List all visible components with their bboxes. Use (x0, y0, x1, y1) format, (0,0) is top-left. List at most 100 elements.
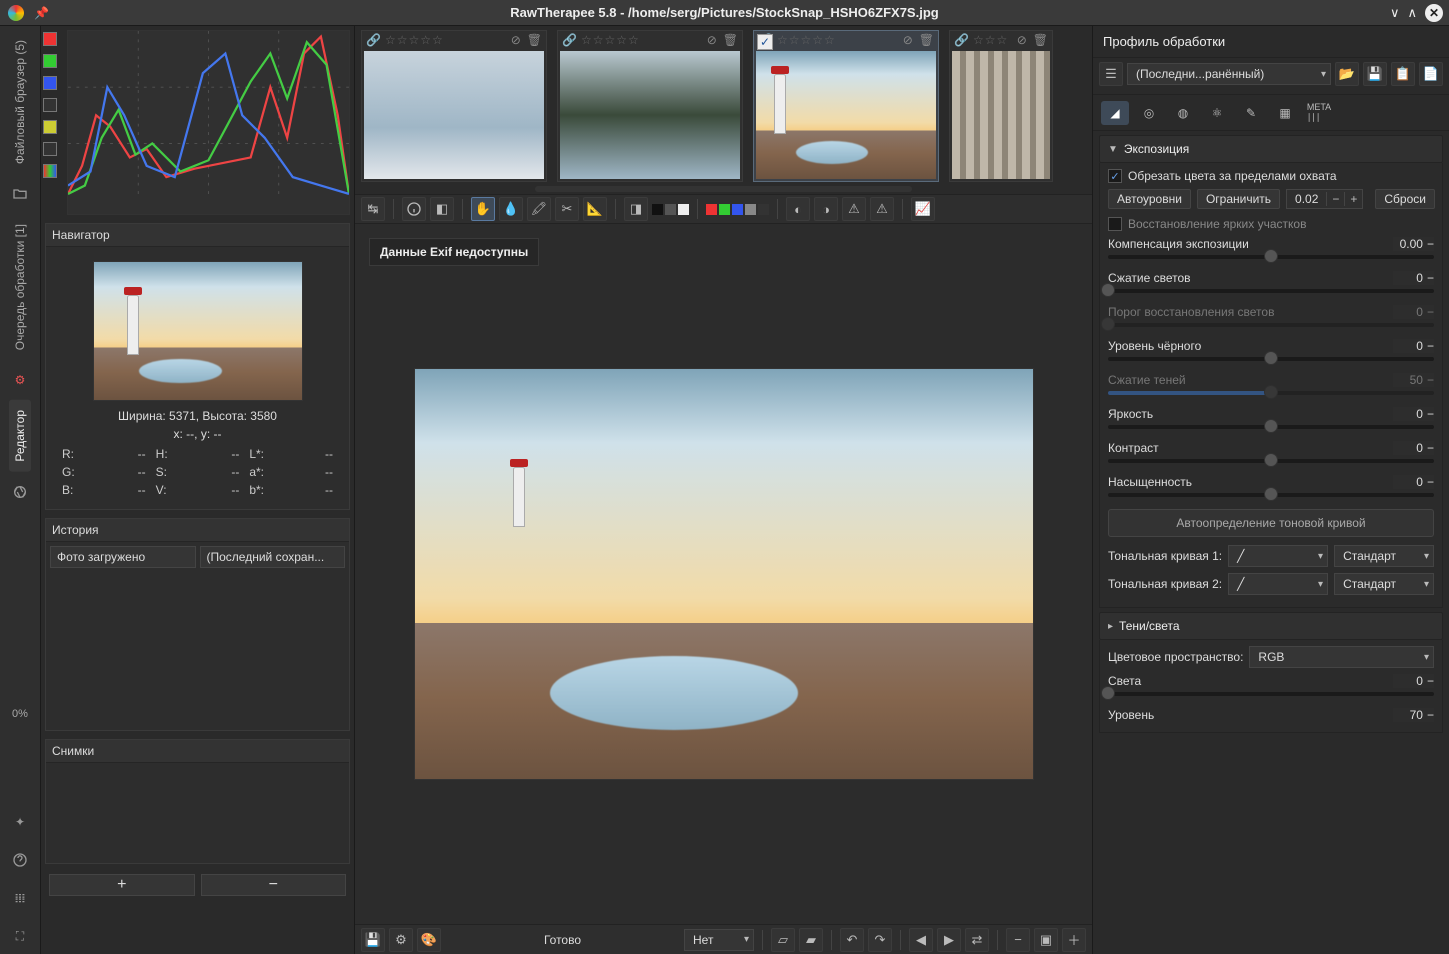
queue-add-icon[interactable]: ⚙ (389, 928, 413, 952)
histogram-area[interactable] (67, 30, 350, 215)
sync-icon[interactable]: ⇄ (965, 928, 989, 952)
brightness-slider[interactable]: Яркость0− (1108, 407, 1434, 429)
shadows-hl-header[interactable]: ▸Тени/света (1099, 612, 1443, 640)
straighten-icon[interactable]: 📐 (583, 197, 607, 221)
tab-meta-icon[interactable]: META∣∣∣ (1305, 101, 1333, 125)
swatch-bar[interactable] (43, 164, 57, 178)
preview-area[interactable]: Данные Exif недоступны (355, 224, 1092, 924)
tab-file-browser[interactable]: Файловый браузер (5) (9, 30, 31, 174)
autolevels-button[interactable]: Автоуровни (1108, 189, 1191, 209)
thumb-selected-checkbox[interactable]: ✓ (757, 34, 773, 50)
preview-bg-icon[interactable]: ◨ (624, 197, 648, 221)
picker-icon[interactable]: 💧 (499, 197, 523, 221)
clip-shadow-icon[interactable]: ◐ (786, 197, 810, 221)
clip-hl-icon[interactable]: ◑ (814, 197, 838, 221)
tab-color-icon[interactable]: ◍ (1169, 101, 1197, 125)
swatch-chroma[interactable] (43, 120, 57, 134)
exp-comp-slider[interactable]: Компенсация экспозиции0.00− (1108, 237, 1434, 259)
minimize-button[interactable]: ∨ (1390, 5, 1400, 21)
tab-raw-icon[interactable]: ▦ (1271, 101, 1299, 125)
tab-exposure-icon[interactable]: ◢ (1101, 101, 1129, 125)
filmstrip-scrollbar[interactable] (535, 186, 912, 192)
stop-icon[interactable]: ⊘ (707, 33, 717, 47)
nav-right-icon[interactable]: ▶ (937, 928, 961, 952)
saturation-slider[interactable]: Насыщенность0− (1108, 475, 1434, 497)
zoom-out-icon[interactable]: − (1006, 928, 1030, 952)
ch-focus[interactable] (758, 204, 769, 215)
tab-queue[interactable]: Очередь обработки [1] (9, 214, 31, 360)
hand-tool-icon[interactable]: ✋ (471, 197, 495, 221)
folder-icon[interactable] (8, 182, 32, 206)
remove-snapshot-button[interactable]: − (201, 874, 347, 896)
rotate-bg-icon[interactable]: ▱ (771, 928, 795, 952)
profile-copy-icon[interactable]: 📋 (1391, 62, 1415, 86)
filter-none-combo[interactable]: Нет (684, 929, 754, 951)
navigator-thumbnail[interactable] (93, 261, 303, 401)
tab-transform-icon[interactable]: ✎ (1237, 101, 1265, 125)
ch-green[interactable] (719, 204, 730, 215)
stop-icon[interactable]: ⊘ (903, 33, 913, 47)
fullscreen-icon[interactable]: ⛶ (8, 924, 32, 948)
aperture-icon[interactable] (8, 480, 32, 504)
close-button[interactable]: ✕ (1425, 4, 1443, 22)
add-snapshot-button[interactable]: + (49, 874, 195, 896)
trash-icon[interactable]: 🗑 (1033, 33, 1048, 47)
hl-recovery-checkbox[interactable] (1108, 217, 1122, 231)
thumb-card-1[interactable]: 🔗☆☆☆☆☆⊘🗑 (361, 30, 547, 182)
bg-white[interactable] (678, 204, 689, 215)
reset-button[interactable]: Сброси (1375, 189, 1435, 209)
tab-editor[interactable]: Редактор (9, 400, 31, 472)
contrast-slider[interactable]: Контраст0− (1108, 441, 1434, 463)
rotate-fg-icon[interactable]: ▰ (799, 928, 823, 952)
tab-advanced-icon[interactable]: ⚛ (1203, 101, 1231, 125)
before-after-icon[interactable]: ◧ (430, 197, 454, 221)
zoom-fit-icon[interactable]: ▣ (1034, 928, 1058, 952)
zoom-in-icon[interactable]: ＋ (1062, 928, 1086, 952)
swatch-green[interactable] (43, 54, 57, 68)
profile-save-icon[interactable]: 💾 (1363, 62, 1387, 86)
profile-open-icon[interactable]: 📂 (1335, 62, 1359, 86)
ch-lum[interactable] (745, 204, 756, 215)
settings-icon[interactable]: 𝍖 (8, 886, 32, 910)
pin-icon[interactable]: 📌 (34, 6, 49, 20)
external-editor-icon[interactable]: 🎨 (417, 928, 441, 952)
black-slider[interactable]: Уровень чёрного0− (1108, 339, 1434, 361)
trash-icon[interactable]: 🗑 (919, 33, 934, 47)
wb-picker-icon[interactable]: 🖍 (527, 197, 551, 221)
bg-black[interactable] (652, 204, 663, 215)
nav-left-icon[interactable]: ◀ (909, 928, 933, 952)
trash-icon[interactable]: 🗑 (723, 33, 738, 47)
clip-button[interactable]: Ограничить (1197, 189, 1280, 209)
maximize-button[interactable]: ∧ (1407, 5, 1417, 21)
gears-icon[interactable]: ⚙ (8, 368, 32, 392)
rotate-icon[interactable]: 📈 (911, 197, 935, 221)
swatch-raw[interactable] (43, 142, 57, 156)
bg-gray[interactable] (665, 204, 676, 215)
info-icon[interactable] (402, 197, 426, 221)
save-icon[interactable]: 💾 (361, 928, 385, 952)
wand-icon[interactable]: ✦ (8, 810, 32, 834)
ch-red[interactable] (706, 204, 717, 215)
tab-detail-icon[interactable]: ◎ (1135, 101, 1163, 125)
swatch-red[interactable] (43, 32, 57, 46)
colorspace-combo[interactable]: RGB (1249, 646, 1434, 668)
thumb-card-3[interactable]: ✓ 🔗☆☆☆☆☆⊘🗑 (753, 30, 939, 182)
warn-hl-icon[interactable]: ⚠ (870, 197, 894, 221)
sh-hl-slider[interactable]: Света0− (1108, 674, 1434, 696)
profile-paste-icon[interactable]: 📄 (1419, 62, 1443, 86)
sh-level-slider[interactable]: Уровень70− (1108, 708, 1434, 722)
thumb-card-2[interactable]: 🔗☆☆☆☆☆⊘🗑 (557, 30, 743, 182)
tc2-mode-combo[interactable]: Стандарт (1334, 573, 1434, 595)
prev-image-icon[interactable]: ↶ (840, 928, 864, 952)
swatch-luma[interactable] (43, 98, 57, 112)
ch-blue[interactable] (732, 204, 743, 215)
exposure-header[interactable]: ▼Экспозиция (1099, 135, 1443, 163)
trash-icon[interactable]: 🗑 (527, 33, 542, 47)
help-icon[interactable] (8, 848, 32, 872)
thumb-card-4[interactable]: 🔗☆☆☆⊘🗑 (949, 30, 1053, 182)
profile-combo[interactable]: (Последни...ранённый) (1127, 63, 1331, 85)
clip-oog-checkbox[interactable] (1108, 169, 1122, 183)
profile-mode-icon[interactable]: ☰ (1099, 62, 1123, 86)
tc1-mode-combo[interactable]: Стандарт (1334, 545, 1434, 567)
warn-shadow-icon[interactable]: ⚠ (842, 197, 866, 221)
